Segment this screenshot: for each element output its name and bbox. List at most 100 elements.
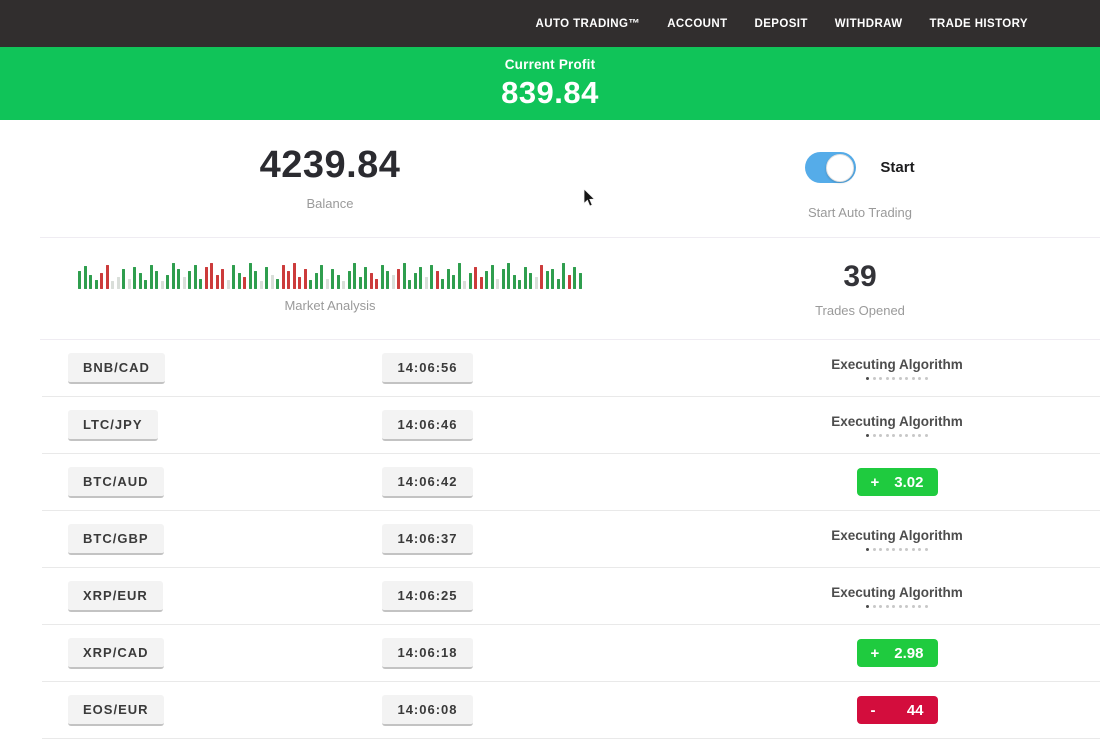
chart-bar	[84, 266, 87, 289]
progress-dot	[866, 377, 869, 380]
executing-algorithm-label: Executing Algorithm	[694, 357, 1100, 372]
executing-progress-dots	[694, 548, 1100, 551]
trade-status-cell: Executing Algorithm	[694, 528, 1100, 551]
chart-bar	[139, 273, 142, 289]
progress-dot	[905, 377, 908, 380]
chart-bar	[480, 277, 483, 289]
trade-status-cell: Executing Algorithm	[694, 414, 1100, 437]
chart-bar	[128, 279, 131, 289]
trade-time-badge[interactable]: 14:06:56	[382, 353, 472, 384]
trade-pair-badge[interactable]: BNB/CAD	[68, 353, 165, 384]
chart-bar	[166, 275, 169, 289]
trade-time-badge[interactable]: 14:06:46	[382, 410, 472, 441]
trade-profit-badge[interactable]: +3.02	[857, 468, 938, 496]
executing-progress-dots	[694, 605, 1100, 608]
chart-bar	[485, 271, 488, 289]
toggle-start-label: Start	[880, 159, 914, 176]
chart-bar	[243, 277, 246, 289]
chart-bar	[430, 265, 433, 289]
current-profit-banner: Current Profit 839.84	[0, 47, 1100, 120]
trade-status-cell: Executing Algorithm	[694, 585, 1100, 608]
chart-bar	[452, 275, 455, 289]
progress-dot	[899, 434, 902, 437]
trade-loss-badge[interactable]: -44	[857, 696, 938, 724]
trade-row: BTC/GBP 14:06:37 Executing Algorithm	[42, 511, 1100, 568]
nav-auto-trading[interactable]: AUTO TRADING™	[536, 18, 641, 30]
chart-bar	[348, 271, 351, 289]
trade-pair-badge[interactable]: BTC/GBP	[68, 524, 164, 555]
balance-value: 4239.84	[260, 144, 401, 187]
trade-row: BNB/CAD 14:06:56 Executing Algorithm	[42, 340, 1100, 397]
trade-time-badge[interactable]: 14:06:08	[382, 695, 472, 726]
chart-bar	[304, 269, 307, 289]
chart-bar	[370, 273, 373, 289]
trade-row: BTC/AUD 14:06:42 +3.02	[42, 454, 1100, 511]
chart-bar	[397, 269, 400, 289]
chart-bar	[386, 271, 389, 289]
chart-bar	[216, 275, 219, 289]
trade-time-badge[interactable]: 14:06:25	[382, 581, 472, 612]
progress-dot	[918, 377, 921, 380]
chart-bar	[557, 279, 560, 289]
top-navbar: AUTO TRADING™ ACCOUNT DEPOSIT WITHDRAW T…	[0, 0, 1100, 47]
progress-dot	[879, 377, 882, 380]
result-sign: +	[871, 474, 880, 491]
progress-dot	[886, 605, 889, 608]
nav-deposit[interactable]: DEPOSIT	[755, 18, 808, 30]
result-sign: -	[871, 702, 876, 719]
progress-dot	[879, 548, 882, 551]
progress-dot	[905, 548, 908, 551]
chart-bar	[436, 271, 439, 289]
chart-bar	[331, 269, 334, 289]
chart-bar	[238, 273, 241, 289]
chart-bar	[188, 271, 191, 289]
chart-bar	[199, 279, 202, 289]
chart-bar	[309, 280, 312, 289]
chart-bar	[254, 271, 257, 289]
chart-bar	[298, 277, 301, 289]
nav-trade-history[interactable]: TRADE HISTORY	[930, 18, 1029, 30]
result-value: 2.98	[894, 645, 923, 662]
trade-row: XRP/CAD 14:06:18 +2.98	[42, 625, 1100, 682]
progress-dot	[918, 434, 921, 437]
chart-bar	[265, 267, 268, 289]
chart-bar	[408, 280, 411, 289]
progress-dot	[866, 434, 869, 437]
chart-bar	[326, 279, 329, 289]
trade-row: LTC/JPY 14:06:46 Executing Algorithm	[42, 397, 1100, 454]
auto-trading-toggle[interactable]	[805, 152, 856, 183]
trade-time-badge[interactable]: 14:06:37	[382, 524, 472, 555]
progress-dot	[866, 548, 869, 551]
chart-bar	[469, 273, 472, 289]
trade-pair-badge[interactable]: EOS/EUR	[68, 695, 164, 726]
trade-pair-badge[interactable]: LTC/JPY	[68, 410, 158, 441]
chart-bar	[221, 269, 224, 289]
chart-bar	[353, 263, 356, 289]
executing-algorithm-label: Executing Algorithm	[694, 585, 1100, 600]
chart-bar	[359, 277, 362, 289]
nav-account[interactable]: ACCOUNT	[667, 18, 727, 30]
chart-bar	[518, 280, 521, 289]
chart-bar	[342, 281, 345, 289]
trade-pair-badge[interactable]: BTC/AUD	[68, 467, 164, 498]
chart-bar	[458, 263, 461, 289]
chart-bar	[579, 273, 582, 289]
chart-bar	[287, 271, 290, 289]
trade-pair-badge[interactable]: XRP/CAD	[68, 638, 164, 669]
nav-withdraw[interactable]: WITHDRAW	[835, 18, 903, 30]
progress-dot	[892, 377, 895, 380]
executing-progress-dots	[694, 377, 1100, 380]
result-sign: +	[871, 645, 880, 662]
progress-dot	[912, 434, 915, 437]
market-analysis-chart	[78, 260, 582, 289]
trade-time-badge[interactable]: 14:06:42	[382, 467, 472, 498]
toggle-knob	[826, 154, 854, 182]
executing-algorithm-label: Executing Algorithm	[694, 414, 1100, 429]
chart-bar	[403, 263, 406, 289]
trade-pair-badge[interactable]: XRP/EUR	[68, 581, 163, 612]
trade-time-badge[interactable]: 14:06:18	[382, 638, 472, 669]
chart-bar	[78, 271, 81, 289]
trade-profit-badge[interactable]: +2.98	[857, 639, 938, 667]
chart-bar	[177, 269, 180, 289]
balance-label: Balance	[307, 196, 354, 211]
